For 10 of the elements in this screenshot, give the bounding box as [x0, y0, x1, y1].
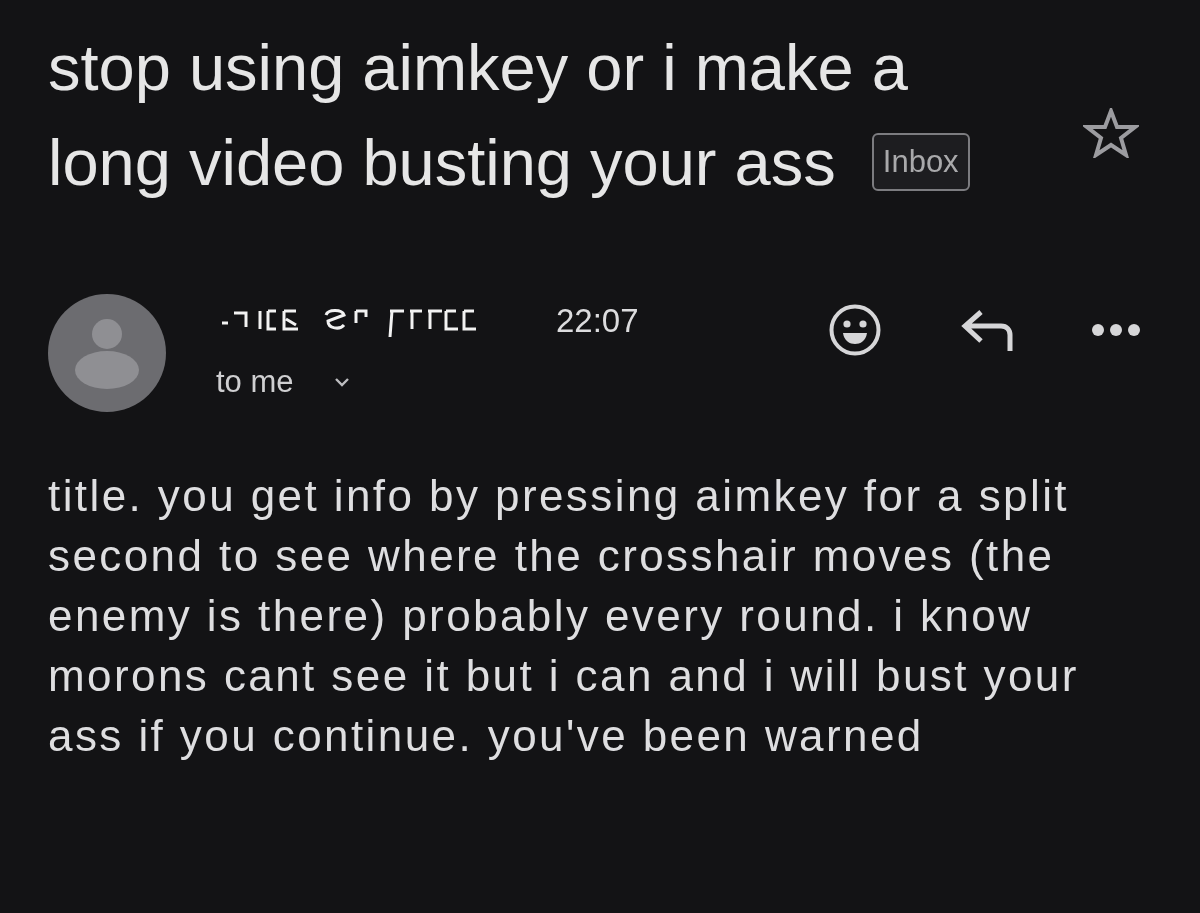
email-body: title. you get info by pressing aimkey for a split second to see where the crosshair moves (the enemy is there) probably every round. i know morons cant see it but i can and i will bust your ass if you continue. you've been warned — [48, 470, 1080, 762]
smiley-icon — [829, 304, 881, 356]
reply-icon — [959, 309, 1013, 351]
chevron-down-icon — [333, 377, 350, 387]
inbox-label: Inbox — [871, 132, 970, 191]
ellipsis-icon — [1091, 323, 1141, 337]
avatar-icon — [48, 294, 166, 412]
emoji-reaction-button[interactable] — [828, 303, 882, 357]
sent-time: 22:07 — [556, 301, 639, 342]
recipient-details-button[interactable]: to me — [216, 362, 350, 402]
